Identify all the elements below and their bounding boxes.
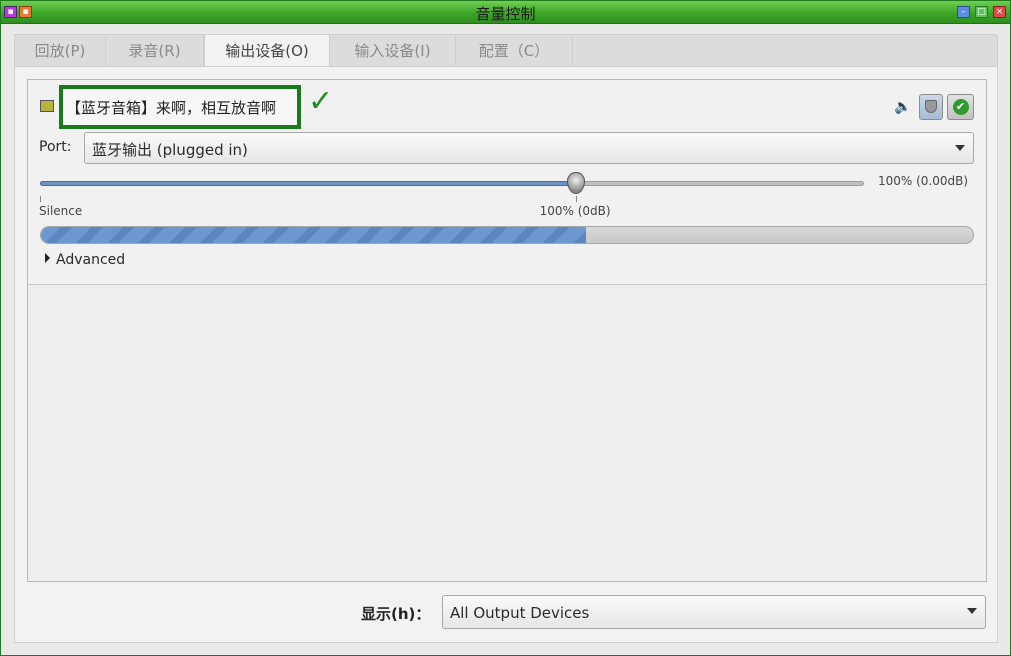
set-default-button[interactable]: ✔ (947, 94, 974, 120)
volume-value: 100% (0.00dB) (878, 174, 969, 188)
minimize-button[interactable]: – (957, 6, 970, 18)
port-value: 蓝牙输出 (plugged in) (92, 141, 248, 159)
check-mark-icon: ✓ (308, 84, 334, 119)
window-title: 音量控制 (475, 5, 536, 23)
device-name: 【蓝牙音箱】来啊，相互放音啊 (66, 99, 277, 117)
port-label: Port: (39, 139, 72, 155)
silence-label: Silence (39, 204, 83, 218)
tab-input-devices[interactable]: 输入设备(I) (330, 35, 456, 67)
close-button[interactable]: × (993, 6, 1006, 18)
unity-tick (575, 196, 577, 202)
expander-arrow-icon (45, 253, 50, 263)
lock-channels-button[interactable] (919, 94, 943, 120)
maximize-button[interactable]: □ (975, 6, 988, 18)
advanced-label: Advanced (56, 252, 126, 268)
unity-label: 100% (0dB) (539, 204, 611, 218)
silence-tick (40, 196, 41, 202)
tab-playback[interactable]: 回放(P) (15, 35, 106, 67)
chevron-down-icon (955, 145, 965, 151)
tab-configuration[interactable]: 配置（C） (456, 35, 573, 67)
volume-slider-handle[interactable] (566, 172, 585, 194)
show-devices-select[interactable]: All Output Devices (442, 595, 986, 629)
chevron-down-icon (967, 608, 977, 614)
show-label: 显示(h)： (361, 605, 431, 623)
device-list: 【蓝牙音箱】来啊，相互放音啊 ✓ 🔈 ✔ Port: 蓝牙输出 (plugged… (27, 79, 987, 582)
port-select[interactable]: 蓝牙输出 (plugged in) (84, 132, 974, 164)
output-devices-panel: 【蓝牙音箱】来啊，相互放音啊 ✓ 🔈 ✔ Port: 蓝牙输出 (plugged… (14, 66, 998, 643)
show-devices-value: All Output Devices (450, 604, 590, 622)
tab-recording[interactable]: 录音(R) (106, 35, 204, 67)
lock-channels-icon (925, 100, 937, 113)
tab-bar: 回放(P) 录音(R) 输出设备(O) 输入设备(I) 配置（C） (14, 34, 998, 67)
advanced-expander[interactable]: Advanced (45, 252, 125, 268)
volume-control-window: ▪ ▪ 音量控制 – □ × 回放(P) 录音(R) 输出设备(O) 输入设备(… (0, 0, 1011, 656)
title-bar[interactable]: ▪ ▪ 音量控制 – □ × (1, 1, 1010, 24)
sound-card-icon (40, 100, 54, 112)
volume-slider-fill (40, 181, 576, 186)
peak-meter (40, 226, 974, 244)
speaker-mute-icon[interactable]: 🔈 (894, 99, 911, 115)
device-name-highlight: 【蓝牙音箱】来啊，相互放音啊 (59, 85, 301, 129)
device-entry: 【蓝牙音箱】来啊，相互放音啊 ✓ 🔈 ✔ Port: 蓝牙输出 (plugged… (28, 80, 986, 285)
set-default-icon: ✔ (952, 99, 969, 115)
peak-meter-fill (41, 227, 587, 243)
tab-output-devices[interactable]: 输出设备(O) (204, 35, 330, 67)
